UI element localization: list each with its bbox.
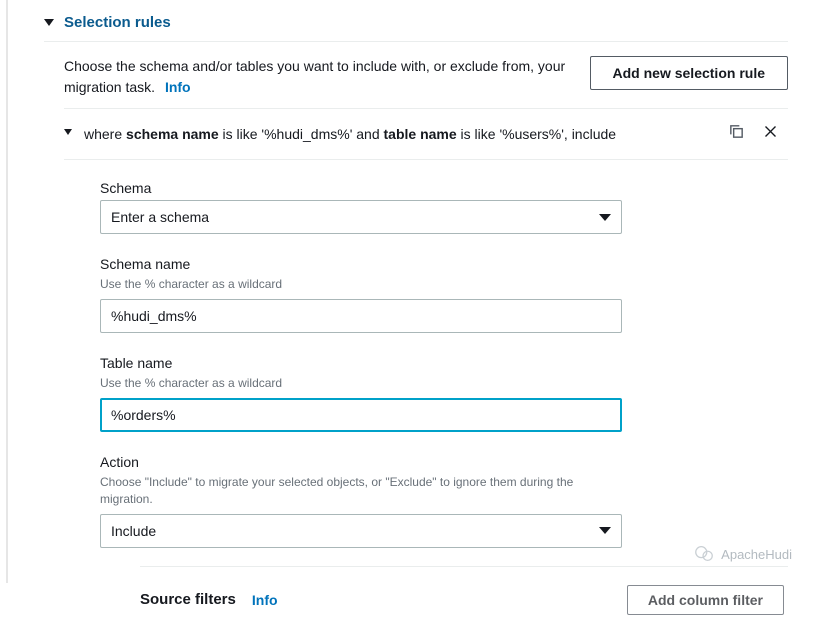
table-name-field: Table name Use the % character as a wild… [100, 355, 622, 432]
schema-name-hint: Use the % character as a wildcard [100, 276, 622, 293]
action-field: Action Choose "Include" to migrate your … [100, 454, 622, 548]
add-column-filter-button[interactable]: Add column filter [627, 585, 784, 615]
caret-down-icon[interactable] [64, 129, 72, 135]
selection-rules-panel: Selection rules Choose the schema and/or… [6, 0, 816, 583]
info-link[interactable]: Info [252, 592, 278, 608]
action-select[interactable]: Include [100, 514, 622, 548]
rule-actions [728, 123, 784, 140]
table-name-hint: Use the % character as a wildcard [100, 375, 622, 392]
rule-summary-row: where schema name is like '%hudi_dms%' a… [64, 108, 788, 160]
duplicate-icon[interactable] [728, 123, 745, 140]
schema-field: Schema Enter a schema [100, 180, 622, 234]
close-icon[interactable] [763, 124, 778, 139]
action-hint: Choose "Include" to migrate your selecte… [100, 474, 622, 508]
table-name-input[interactable] [100, 398, 622, 432]
rule-form: Schema Enter a schema Schema name Use th… [44, 160, 788, 620]
action-value: Include [111, 523, 156, 539]
schema-name-field: Schema name Use the % character as a wil… [100, 256, 622, 333]
add-selection-rule-button[interactable]: Add new selection rule [590, 56, 788, 90]
section-header[interactable]: Selection rules [44, 8, 788, 42]
caret-down-icon [44, 19, 54, 26]
source-filters-header: Source filters Info Add column filter [140, 566, 788, 621]
schema-name-input[interactable] [100, 299, 622, 333]
table-name-label: Table name [100, 355, 622, 371]
schema-placeholder: Enter a schema [111, 209, 209, 225]
schema-label: Schema [100, 180, 622, 196]
info-link[interactable]: Info [165, 79, 191, 95]
chevron-down-icon [599, 527, 611, 534]
rule-summary-text: where schema name is like '%hudi_dms%' a… [84, 123, 716, 145]
intro-description: Choose the schema and/or tables you want… [64, 58, 565, 95]
schema-name-label: Schema name [100, 256, 622, 272]
schema-select[interactable]: Enter a schema [100, 200, 622, 234]
action-label: Action [100, 454, 622, 470]
source-filters-title: Source filters [140, 591, 236, 608]
intro-row: Choose the schema and/or tables you want… [44, 42, 788, 108]
section-title: Selection rules [64, 14, 171, 31]
intro-text: Choose the schema and/or tables you want… [64, 56, 574, 98]
chevron-down-icon [599, 214, 611, 221]
